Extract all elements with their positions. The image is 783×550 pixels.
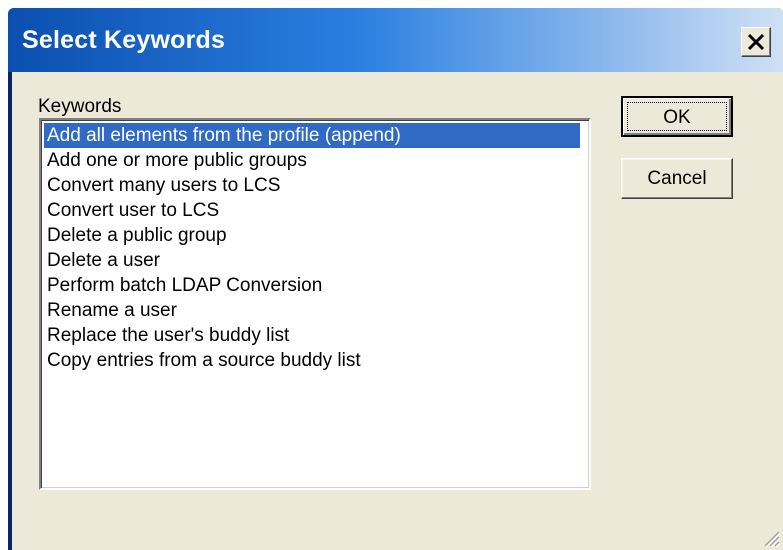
resize-grip-icon[interactable] — [759, 526, 781, 548]
keyword-list-item[interactable]: Convert user to LCS — [44, 198, 219, 223]
close-button[interactable] — [741, 27, 771, 57]
keyword-list-item[interactable]: Delete a public group — [44, 223, 227, 248]
keyword-list-item[interactable]: Delete a user — [44, 248, 160, 273]
keywords-listbox[interactable]: Add all elements from the profile (appen… — [39, 118, 591, 490]
ok-button[interactable]: OK — [621, 96, 733, 137]
keyword-list-item[interactable]: Add all elements from the profile (appen… — [44, 123, 580, 148]
focus-rectangle — [627, 102, 727, 131]
keyword-list-item[interactable]: Rename a user — [44, 298, 177, 323]
select-keywords-dialog: Select Keywords Keywords Add all element… — [8, 8, 783, 550]
close-x-icon — [747, 33, 765, 51]
dialog-body: Keywords Add all elements from the profi… — [12, 72, 783, 550]
keyword-list-item[interactable]: Copy entries from a source buddy list — [44, 348, 361, 373]
keyword-list-item[interactable]: Convert many users to LCS — [44, 173, 280, 198]
keyword-list-item[interactable]: Add one or more public groups — [44, 148, 307, 173]
cancel-button[interactable]: Cancel — [621, 158, 733, 199]
keywords-label: Keywords — [38, 96, 122, 117]
title-bar[interactable]: Select Keywords — [8, 8, 783, 72]
keyword-list-item[interactable]: Perform batch LDAP Conversion — [44, 273, 322, 298]
keyword-list-item[interactable]: Replace the user's buddy list — [44, 323, 289, 348]
cancel-button-label: Cancel — [647, 168, 707, 189]
dialog-title: Select Keywords — [22, 26, 226, 54]
